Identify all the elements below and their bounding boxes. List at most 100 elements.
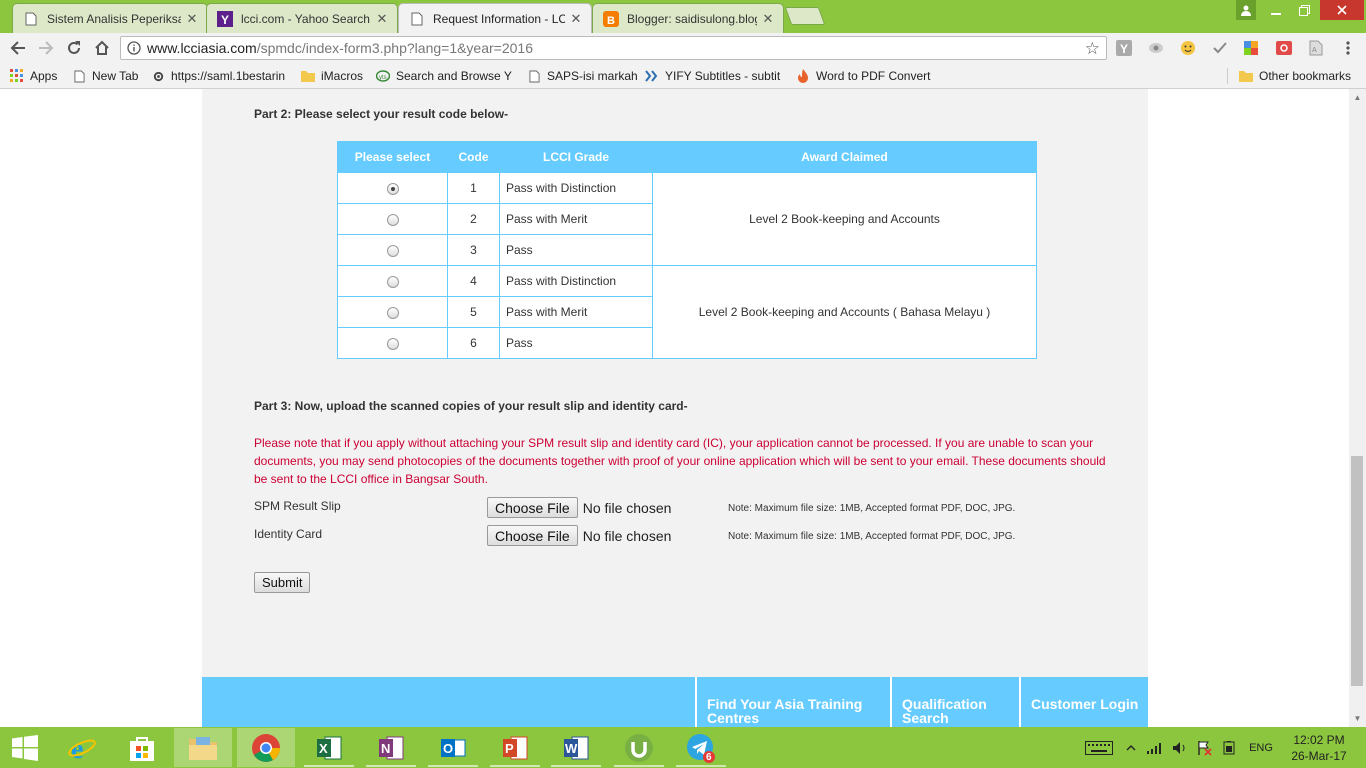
bookmark-apps[interactable]: Apps <box>10 67 57 85</box>
back-icon[interactable] <box>7 37 29 59</box>
result-radio-4[interactable] <box>386 275 399 288</box>
svg-text:B: B <box>607 15 615 27</box>
language-indicator[interactable]: ENG <box>1244 739 1278 757</box>
bookmark-saml[interactable]: https://saml.1bestarin <box>151 67 291 85</box>
window-close-icon[interactable] <box>1320 0 1364 20</box>
page-scrollbar[interactable]: ▲ ▼ <box>1349 89 1366 727</box>
forward-icon[interactable] <box>35 37 57 59</box>
show-hidden-icons-icon[interactable] <box>1124 739 1138 757</box>
bookmark-word-pdf[interactable]: Word to PDF Convert <box>796 67 932 85</box>
screen-recorder-icon[interactable] <box>1276 40 1292 56</box>
code-cell: 5 <box>447 296 500 328</box>
telegram-icon[interactable]: 6 <box>672 728 730 767</box>
close-icon[interactable]: ✕ <box>375 11 389 27</box>
identity-card-file-input: Choose File No file chosen <box>487 525 671 546</box>
flame-icon <box>796 69 810 83</box>
header-lcci-grade: LCCI Grade <box>499 141 653 173</box>
clock-time: 12:02 PM <box>1293 733 1345 747</box>
result-radio-5[interactable] <box>386 306 399 319</box>
info-icon[interactable] <box>121 41 147 55</box>
scroll-down-icon[interactable]: ▼ <box>1349 710 1366 727</box>
close-icon[interactable]: ✕ <box>761 11 775 27</box>
powerpoint-icon[interactable]: P <box>486 728 544 767</box>
qualification-search-link[interactable]: Qualification Search <box>890 677 1018 727</box>
choose-file-button[interactable]: Choose File <box>487 525 578 546</box>
volume-icon[interactable] <box>1171 739 1189 757</box>
network-signal-icon[interactable] <box>1146 739 1164 757</box>
chrome-menu-icon[interactable] <box>1340 40 1356 56</box>
bookmarks-bar: Apps New Tab https://saml.1bestarin iMac… <box>0 63 1366 89</box>
bookmark-star-icon[interactable]: ☆ <box>1085 39 1100 59</box>
tab-title: Blogger: saidisulong.blog <box>627 11 757 26</box>
page-icon <box>409 11 425 27</box>
bookmark-search-browse[interactable]: yts Search and Browse YI <box>376 67 512 85</box>
new-tab-button[interactable] <box>784 7 826 25</box>
file-status: No file chosen <box>582 527 672 544</box>
svg-text:A: A <box>1312 47 1317 54</box>
svg-text:Y: Y <box>1120 42 1128 56</box>
pdf-extension-icon[interactable]: A <box>1308 40 1324 56</box>
tab-yahoo-search[interactable]: Y lcci.com - Yahoo Search R ✕ <box>206 3 398 33</box>
apps-grid-icon <box>10 69 24 83</box>
excel-icon[interactable]: X <box>300 728 358 767</box>
close-icon[interactable]: ✕ <box>185 11 199 27</box>
radio-cell <box>337 203 448 235</box>
tab-sistem-analisis[interactable]: Sistem Analisis Peperiksa ✕ <box>12 3 208 33</box>
tab-blogger[interactable]: B Blogger: saidisulong.blog ✕ <box>592 3 784 33</box>
file-explorer-icon[interactable] <box>174 728 232 767</box>
bookmark-label: Search and Browse YI <box>396 69 512 83</box>
onenote-icon[interactable]: N <box>362 728 420 767</box>
bookmark-label: New Tab <box>92 69 139 83</box>
puzzle-extension-icon[interactable] <box>1243 40 1259 56</box>
eye-extension-icon[interactable] <box>1148 40 1164 56</box>
scroll-up-icon[interactable]: ▲ <box>1349 89 1366 106</box>
close-icon[interactable]: ✕ <box>569 11 583 27</box>
utorrent-icon[interactable] <box>610 728 668 767</box>
outlook-icon[interactable]: O <box>424 728 482 767</box>
code-cell: 2 <box>447 203 500 235</box>
code-cell: 3 <box>447 234 500 266</box>
battery-icon[interactable] <box>1220 739 1238 757</box>
scroll-thumb[interactable] <box>1351 456 1363 686</box>
bookmark-saps[interactable]: SAPS-isi markah <box>527 67 638 85</box>
radio-cell <box>337 296 448 328</box>
bookmark-new-tab[interactable]: New Tab <box>72 67 138 85</box>
action-center-flag-icon[interactable] <box>1195 739 1213 757</box>
choose-file-button[interactable]: Choose File <box>487 497 578 518</box>
emoji-extension-icon[interactable] <box>1180 40 1196 56</box>
home-icon[interactable] <box>91 37 113 59</box>
yahoo-extension-icon[interactable]: Y <box>1116 40 1132 56</box>
bookmark-yify[interactable]: YIFY Subtitles - subtit <box>645 67 781 85</box>
result-radio-3[interactable] <box>386 244 399 257</box>
page-viewport: Part 2: Please select your result code b… <box>0 89 1349 727</box>
restore-icon[interactable] <box>1290 0 1318 20</box>
grade-cell: Pass <box>499 234 653 266</box>
chrome-icon[interactable] <box>237 728 295 767</box>
customer-login-link[interactable]: Customer Login <box>1019 677 1148 727</box>
part3-title: Part 3: Now, upload the scanned copies o… <box>254 399 688 413</box>
file-limit-note: Note: Maximum file size: 1MB, Accepted f… <box>728 503 1016 514</box>
find-training-centres-link[interactable]: Find Your Asia Training Centres <box>695 677 889 727</box>
address-bar[interactable]: www.lcciasia.com/spmdc/index-form3.php?l… <box>120 36 1107 60</box>
bookmark-label: https://saml.1bestarin <box>171 69 286 83</box>
user-profile-icon[interactable] <box>1236 0 1256 20</box>
result-radio-1[interactable] <box>386 182 399 195</box>
tab-request-information[interactable]: Request Information - LC ✕ <box>398 3 592 33</box>
result-radio-2[interactable] <box>386 213 399 226</box>
check-extension-icon[interactable] <box>1212 40 1228 56</box>
minimize-icon[interactable] <box>1262 0 1290 20</box>
keyboard-icon[interactable] <box>1083 739 1115 757</box>
submit-button[interactable]: Submit <box>254 572 311 593</box>
result-radio-6[interactable] <box>386 337 399 350</box>
bookmark-imacros[interactable]: iMacros <box>301 67 363 85</box>
bookmark-label: iMacros <box>321 69 364 83</box>
store-icon[interactable] <box>113 728 171 767</box>
bookmark-other[interactable]: Other bookmarks <box>1239 67 1351 85</box>
word-icon[interactable]: W <box>547 728 605 767</box>
tab-strip: Sistem Analisis Peperiksa ✕ Y lcci.com -… <box>0 0 1366 33</box>
grade-cell: Pass with Distinction <box>499 172 653 204</box>
start-icon[interactable] <box>0 728 50 767</box>
internet-explorer-icon[interactable]: e <box>53 728 111 767</box>
system-clock[interactable]: 12:02 PM 26-Mar-17 <box>1286 732 1352 764</box>
reload-icon[interactable] <box>63 37 85 59</box>
